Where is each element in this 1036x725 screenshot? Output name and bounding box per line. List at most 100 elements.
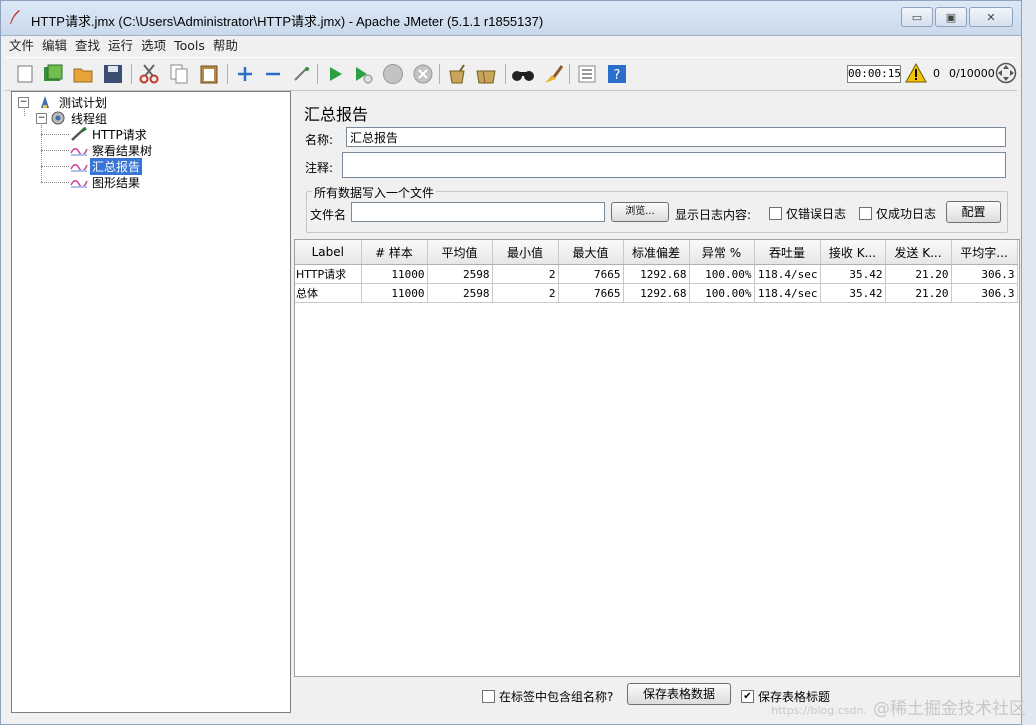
- column-header[interactable]: 异常 %: [689, 240, 755, 265]
- checkmark-icon[interactable]: ✔: [741, 690, 754, 703]
- start-no-pauses-icon[interactable]: [351, 62, 375, 86]
- title-bar[interactable]: HTTP请求.jmx (C:\Users\Administrator\HTTP请…: [1, 1, 1021, 36]
- tree-node-summary-report[interactable]: 汇总报告: [70, 157, 143, 175]
- errors-only-checkbox[interactable]: 仅错误日志: [769, 205, 846, 222]
- thread-group-icon: [51, 111, 65, 125]
- start-icon[interactable]: [323, 62, 347, 86]
- success-only-checkbox[interactable]: 仅成功日志: [859, 205, 936, 222]
- table-cell: 100.00%: [689, 264, 755, 284]
- paste-icon[interactable]: [197, 62, 221, 86]
- configure-button[interactable]: 配置: [946, 201, 1001, 223]
- active-threads: 0/10000: [949, 67, 995, 80]
- svg-text:?: ?: [614, 68, 621, 83]
- checkbox-icon[interactable]: [482, 690, 495, 703]
- checkbox-icon[interactable]: [769, 207, 782, 220]
- menu-tools[interactable]: Tools: [170, 37, 209, 55]
- warning-icon[interactable]: [905, 63, 927, 83]
- table-cell: 11000: [361, 283, 428, 303]
- collapse-toggle-icon[interactable]: −: [18, 96, 29, 108]
- filename-label: 文件名: [310, 208, 347, 222]
- table-cell: 306.3: [951, 283, 1018, 303]
- error-count: 0: [933, 67, 940, 80]
- column-header[interactable]: 吞吐量: [754, 240, 821, 265]
- minimize-button[interactable]: ▭: [901, 7, 933, 27]
- toggle-icon[interactable]: [289, 62, 313, 86]
- filename-field[interactable]: [351, 202, 605, 222]
- jmeter-feather-icon: [10, 10, 20, 24]
- stop-icon[interactable]: [381, 62, 405, 86]
- table-cell: 11000: [361, 264, 428, 284]
- menu-options[interactable]: 选项: [137, 37, 170, 55]
- tree-node-http-request[interactable]: HTTP请求: [70, 126, 149, 142]
- listener-icon: [70, 164, 88, 172]
- include-group-name-checkbox[interactable]: 在标签中包含组名称?: [482, 688, 613, 705]
- table-cell: 35.42: [820, 283, 886, 303]
- column-header[interactable]: 发送 K...: [885, 240, 952, 265]
- menu-run[interactable]: 运行: [104, 37, 137, 55]
- tree-node-graph-results[interactable]: 图形结果: [70, 174, 142, 190]
- maximize-button[interactable]: ▣: [935, 7, 967, 27]
- tree-node-view-results-tree[interactable]: 察看结果树: [70, 142, 154, 158]
- tree-node-test-plan[interactable]: − 测试计划: [18, 94, 109, 110]
- table-cell: 1292.68: [623, 283, 690, 303]
- menu-file[interactable]: 文件: [5, 37, 38, 55]
- summary-report-panel: 汇总报告 名称: 汇总报告 注释: 所有数据写入一个文件 文件名 浏览... 显…: [292, 91, 1020, 711]
- checkbox-icon[interactable]: [859, 207, 872, 220]
- column-header[interactable]: # 样本: [361, 240, 428, 265]
- table-cell: 7665: [558, 283, 624, 303]
- test-plan-tree[interactable]: − 测试计划 − 线程组 HTTP请求 察看结果树 汇总报告 图形结果: [11, 91, 291, 713]
- http-sampler-icon: [71, 127, 87, 141]
- reset-search-icon[interactable]: [541, 62, 565, 86]
- menu-edit[interactable]: 编辑: [38, 37, 71, 55]
- browse-button[interactable]: 浏览...: [611, 202, 669, 222]
- expand-all-icon[interactable]: [233, 62, 257, 86]
- table-cell: 21.20: [885, 264, 952, 284]
- clear-all-icon[interactable]: [475, 62, 499, 86]
- cut-icon[interactable]: [137, 62, 161, 86]
- table-cell: 总体: [295, 283, 362, 303]
- elapsed-timer: 00:00:15: [847, 65, 901, 83]
- column-header[interactable]: 接收 K...: [820, 240, 886, 265]
- save-icon[interactable]: [101, 62, 125, 86]
- file-group-title: 所有数据写入一个文件: [312, 184, 437, 201]
- column-header[interactable]: 最大值: [558, 240, 624, 265]
- clear-icon[interactable]: [445, 62, 469, 86]
- table-cell: 1292.68: [623, 264, 690, 284]
- column-header[interactable]: 平均字...: [951, 240, 1018, 265]
- name-field[interactable]: 汇总报告: [346, 127, 1006, 147]
- panel-title: 汇总报告: [304, 105, 369, 124]
- table-cell: 2598: [427, 283, 493, 303]
- table-cell: 118.4/sec: [754, 283, 821, 303]
- save-table-data-button[interactable]: 保存表格数据: [627, 683, 731, 705]
- menu-search[interactable]: 查找: [71, 37, 104, 55]
- table-cell: 7665: [558, 264, 624, 284]
- table-row[interactable]: 总体 11000 2598 2 7665 1292.68 100.00% 118.4/sec 3…: [295, 283, 1018, 303]
- open-icon[interactable]: [71, 62, 95, 86]
- menu-help[interactable]: 帮助: [209, 37, 242, 55]
- table-row[interactable]: HTTP请求 11000 2598 2 7665 1292.68 100.00% 118.4/…: [295, 264, 1018, 284]
- help-icon[interactable]: ?: [605, 62, 629, 86]
- column-header[interactable]: 平均值: [427, 240, 493, 265]
- column-header[interactable]: 标准偏差: [623, 240, 690, 265]
- collapse-toggle-icon[interactable]: −: [36, 112, 47, 124]
- table-cell: 2: [492, 283, 559, 303]
- tree-node-thread-group[interactable]: − 线程组: [36, 110, 109, 126]
- new-icon[interactable]: [13, 62, 37, 86]
- column-header[interactable]: 最小值: [492, 240, 559, 265]
- copy-icon[interactable]: [167, 62, 191, 86]
- table-cell: 100.00%: [689, 283, 755, 303]
- close-button[interactable]: ✕: [969, 7, 1013, 27]
- function-helper-icon[interactable]: [575, 62, 599, 86]
- test-plan-icon: [41, 96, 49, 108]
- collapse-all-icon[interactable]: [261, 62, 285, 86]
- table-cell: 2598: [427, 264, 493, 284]
- table-cell: HTTP请求: [295, 264, 362, 284]
- table-cell: 21.20: [885, 283, 952, 303]
- window-title: HTTP请求.jmx (C:\Users\Administrator\HTTP请…: [31, 14, 544, 29]
- column-header[interactable]: Label: [295, 240, 362, 265]
- shutdown-icon[interactable]: [411, 62, 435, 86]
- templates-icon[interactable]: [41, 62, 65, 86]
- comment-field[interactable]: [342, 152, 1006, 178]
- search-icon[interactable]: [511, 62, 535, 86]
- summary-table[interactable]: Label # 样本 平均值 最小值 最大值 标准偏差 异常 % 吞吐量 接收 K... 发送 K…: [294, 239, 1020, 677]
